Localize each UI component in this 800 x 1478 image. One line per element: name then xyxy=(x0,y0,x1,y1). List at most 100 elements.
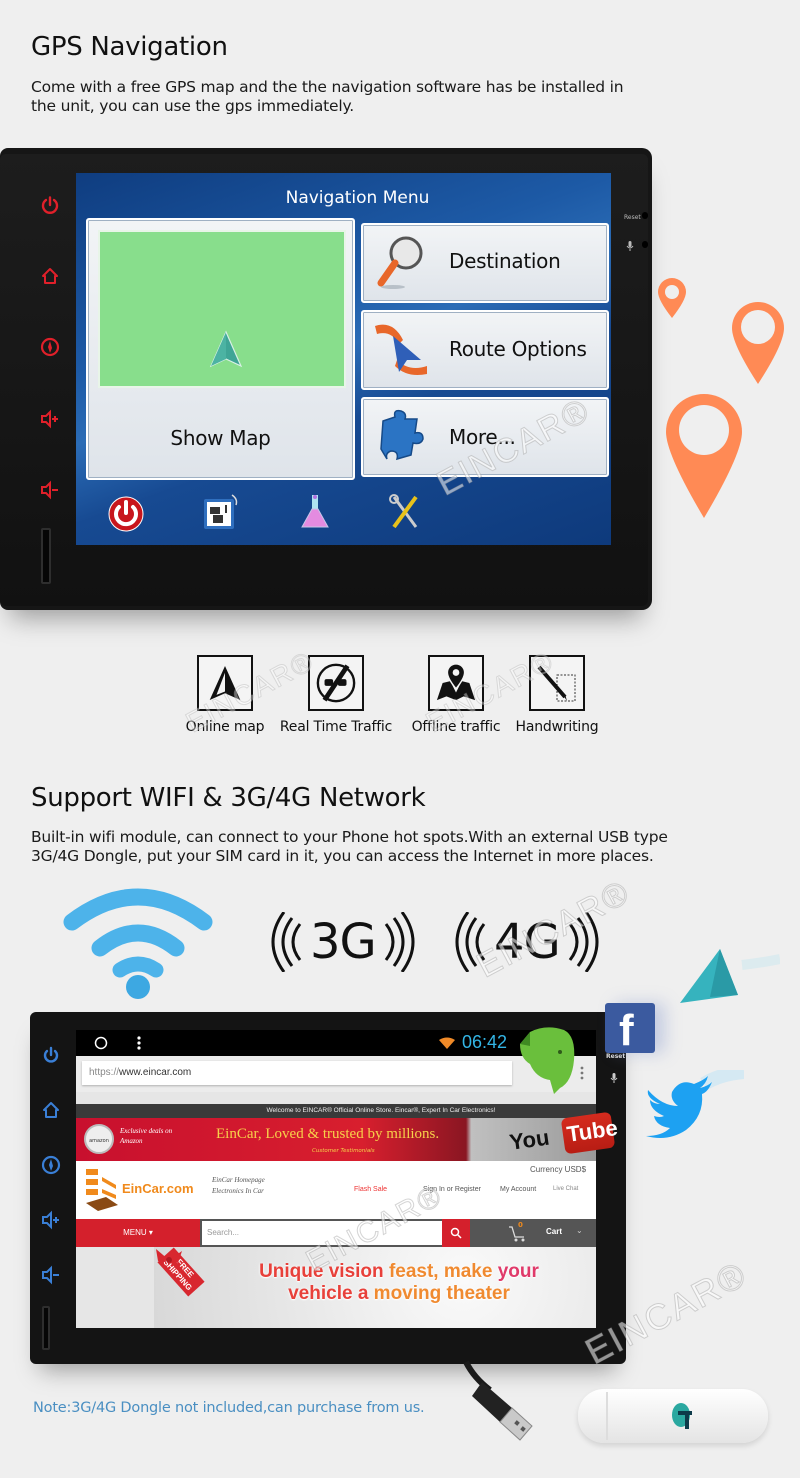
send-app-icon xyxy=(680,949,780,1003)
menu-button[interactable]: MENU ▾ xyxy=(76,1219,200,1247)
feature-handwriting: Handwriting xyxy=(512,655,602,735)
traffic-info-icon[interactable] xyxy=(202,493,240,531)
wifi-icon xyxy=(63,888,213,999)
gps-head-unit: Reset Navigation Menu Show Map Destinati… xyxy=(0,148,652,610)
my-account-link[interactable]: My Account xyxy=(500,1186,536,1193)
no-overtaking-icon xyxy=(316,663,356,703)
site-search-input[interactable]: Search... xyxy=(202,1221,442,1245)
navigation-arrow-icon xyxy=(209,666,241,700)
home-circle-icon[interactable] xyxy=(94,1036,108,1050)
map-pin-large-icon xyxy=(666,394,742,518)
side-home-button[interactable] xyxy=(38,1097,64,1123)
power-icon xyxy=(43,1046,59,1063)
welcome-bar: Welcome to EINCAR® Official Online Store… xyxy=(76,1104,596,1118)
more-label: More... xyxy=(449,425,516,449)
promo-image[interactable]: FREE SHIPPING Unique vision feast, make … xyxy=(154,1247,596,1328)
gps-section-title: GPS Navigation xyxy=(31,32,228,62)
volume-down-icon xyxy=(42,1265,59,1285)
destination-label: Destination xyxy=(449,249,561,273)
route-options-label: Route Options xyxy=(449,337,587,361)
flash-sale-link[interactable]: Flash Sale xyxy=(354,1186,387,1193)
cart-chevron-icon[interactable]: ⌄ xyxy=(576,1226,583,1235)
side-volume-down-button[interactable] xyxy=(37,477,63,503)
browser-menu-icon[interactable] xyxy=(580,1066,584,1080)
route-options-tile[interactable]: Route Options xyxy=(361,310,609,390)
map-pin-icon xyxy=(436,663,476,701)
cart-count: 0 xyxy=(518,1221,523,1229)
signal-waves-right-icon xyxy=(384,912,415,972)
navigation-menu-title: Navigation Menu xyxy=(285,188,430,208)
banner-headline: EinCar, Loved & trusted by millions. xyxy=(216,1126,440,1142)
url-input[interactable]: https://www.eincar.com xyxy=(82,1061,512,1085)
show-map-label: Show Map xyxy=(170,426,271,450)
sd-card-slot xyxy=(41,528,51,584)
dongle-note: Note:3G/4G Dongle not included,can purch… xyxy=(33,1400,425,1416)
reset-button[interactable] xyxy=(642,212,648,219)
destination-tile[interactable]: Destination xyxy=(361,223,609,303)
home-icon xyxy=(43,1102,59,1118)
side-home-button[interactable] xyxy=(37,263,63,289)
eincar-logo-icon[interactable] xyxy=(84,1167,118,1213)
site-menu-bar: MENU ▾ Search... 0 Cart ⌄ xyxy=(76,1219,596,1247)
signal-waves-right-icon xyxy=(568,912,599,972)
magnifier-icon xyxy=(377,236,423,289)
side-power-button[interactable] xyxy=(37,192,63,218)
reset-label: Reset xyxy=(624,214,641,221)
tools-icon[interactable] xyxy=(386,493,424,531)
site-header: EinCar.com EinCar Homepage Electronics I… xyxy=(76,1161,596,1219)
signal-waves-left-icon xyxy=(455,912,486,972)
sd-card-slot xyxy=(42,1306,50,1350)
overflow-menu-icon[interactable] xyxy=(136,1035,142,1051)
show-map-tile[interactable]: Show Map xyxy=(86,218,355,480)
mic-icon xyxy=(626,241,634,251)
eincar-logo-text[interactable]: EinCar.com xyxy=(122,1181,194,1196)
side-volume-up-button[interactable] xyxy=(37,406,63,432)
side-navigation-button[interactable] xyxy=(37,334,63,360)
navigation-screen: Navigation Menu Show Map Destination Rou… xyxy=(76,173,611,545)
usb-dongle xyxy=(578,1389,768,1443)
live-chat-link[interactable]: Live Chat xyxy=(553,1186,578,1192)
facebook-icon: f xyxy=(605,1003,655,1055)
signal-waves-left-icon xyxy=(271,912,302,972)
pen-icon xyxy=(537,665,576,702)
side-power-button[interactable] xyxy=(38,1042,64,1068)
route-icon xyxy=(375,324,427,375)
side-navigation-button[interactable] xyxy=(38,1152,64,1178)
home-icon xyxy=(42,268,58,284)
banner-subline: Customer Testimonials xyxy=(312,1148,375,1154)
navigation-icon xyxy=(40,337,60,357)
feature-offline-traffic: Offline traffic xyxy=(406,655,506,735)
sign-in-link[interactable]: Sign In or Register xyxy=(423,1186,481,1193)
currency-selector[interactable]: Currency USD$ xyxy=(530,1165,586,1174)
map-pin-small-icon xyxy=(658,278,686,318)
volume-up-icon xyxy=(42,1210,59,1230)
feature-real-time-traffic: Real Time Traffic xyxy=(276,655,396,735)
network-section-description: Built-in wifi module, can connect to you… xyxy=(31,828,668,865)
feature-online-map: Online map xyxy=(183,655,267,735)
promo-headline: Unique vision feast, make your vehicle a… xyxy=(259,1261,539,1304)
volume-up-icon xyxy=(41,409,58,429)
map-preview xyxy=(98,230,346,388)
position-arrow-icon xyxy=(209,330,243,368)
amazon-deals-text: Exclusive deals on Amazon xyxy=(120,1127,173,1145)
wifi-status-icon xyxy=(439,1037,455,1049)
status-time: 06:42 xyxy=(462,1032,508,1052)
usb-cable-icon xyxy=(463,1360,533,1441)
amazon-magnifier-icon: amazon xyxy=(84,1124,114,1154)
volume-down-icon xyxy=(41,480,58,500)
map-pin-medium-icon xyxy=(732,302,784,384)
side-volume-down-button[interactable] xyxy=(38,1262,64,1288)
power-icon[interactable] xyxy=(107,495,145,533)
side-volume-up-button[interactable] xyxy=(38,1207,64,1233)
4g-badge: 4G xyxy=(452,912,602,972)
more-tile[interactable]: More... xyxy=(361,397,609,477)
mic-icon xyxy=(610,1073,618,1083)
puzzle-icon xyxy=(380,409,424,461)
cart-label[interactable]: Cart xyxy=(546,1227,562,1236)
red-bow-icon xyxy=(156,1249,182,1263)
power-icon xyxy=(41,196,59,214)
flask-icon[interactable] xyxy=(296,493,334,531)
site-search-button[interactable] xyxy=(442,1219,470,1247)
network-section-title: Support WIFI & 3G/4G Network xyxy=(31,783,426,813)
navigation-icon xyxy=(41,1155,61,1175)
